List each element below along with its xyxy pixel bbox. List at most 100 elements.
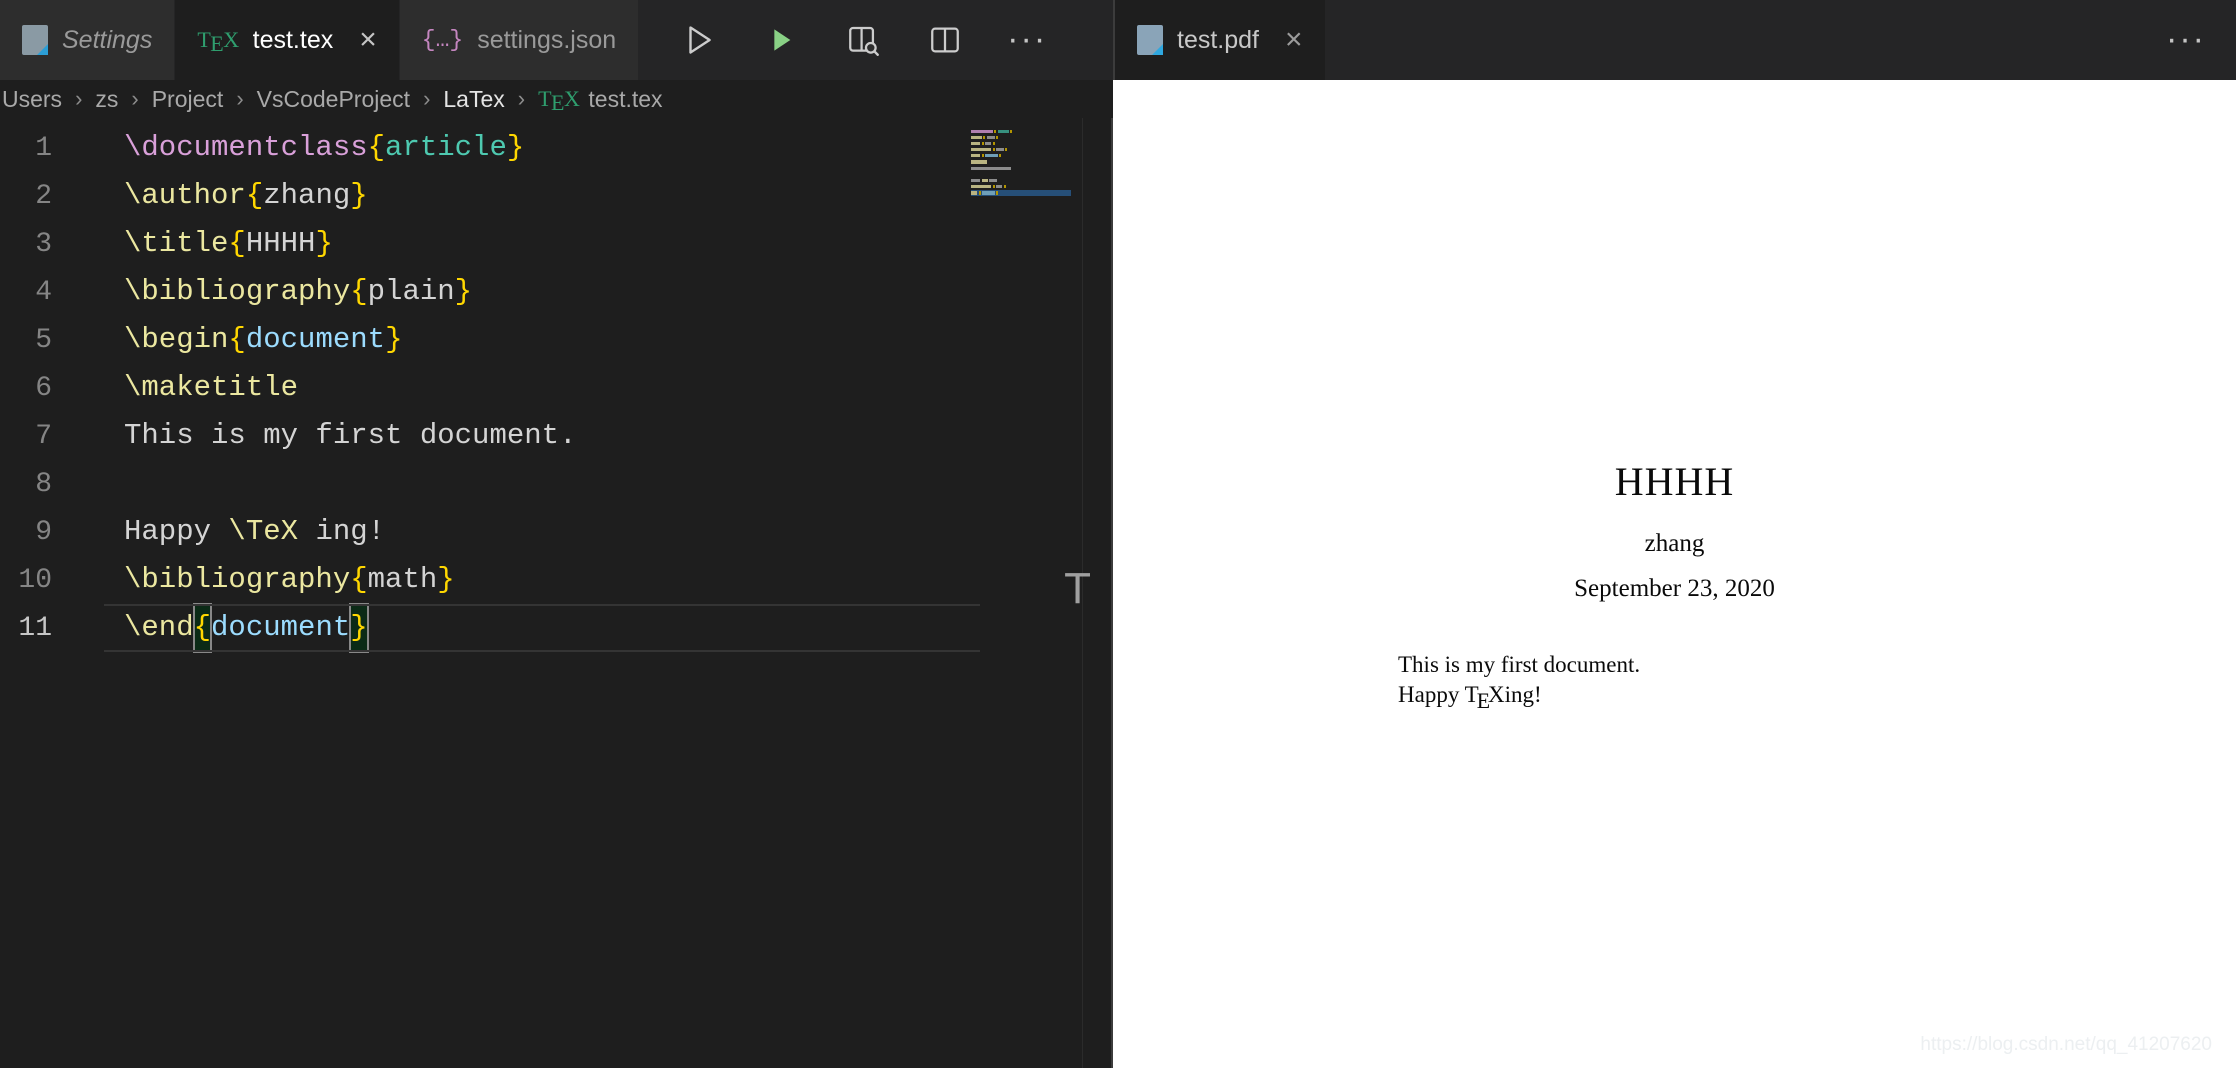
code-token: \author bbox=[124, 179, 246, 212]
run-button[interactable] bbox=[761, 20, 801, 60]
breadcrumb-item-test-tex[interactable]: TEX test.tex bbox=[536, 85, 664, 116]
tab-test-pdf-label: test.pdf bbox=[1177, 25, 1259, 54]
code-lines[interactable]: 1 \documentclass{article} 2 \author{zhang} 3… bbox=[0, 118, 1113, 653]
breadcrumb: Users › zs › Project › VsCodeProject › L… bbox=[0, 80, 1113, 118]
code-token: plain bbox=[367, 275, 455, 308]
breadcrumb-item-test-tex-label: test.tex bbox=[588, 85, 663, 112]
minimap-token bbox=[971, 179, 981, 183]
minimap[interactable] bbox=[971, 128, 1071, 220]
more-actions-button[interactable]: ··· bbox=[1007, 20, 1047, 60]
more-actions-button[interactable]: ··· bbox=[2166, 20, 2206, 60]
tab-test-tex-label: test.tex bbox=[252, 25, 334, 54]
tab-test-tex[interactable]: TEX test.tex × bbox=[175, 0, 400, 80]
code-token: } bbox=[315, 227, 333, 260]
code-text[interactable]: \bibliography{math} bbox=[78, 556, 455, 604]
tex-logo-e: E bbox=[1476, 689, 1491, 714]
minimap-token bbox=[971, 141, 981, 146]
breadcrumb-item-vscodeproject[interactable]: VsCodeProject bbox=[255, 86, 412, 113]
tab-settings-json-label: settings.json bbox=[477, 25, 617, 54]
code-token: \title bbox=[124, 227, 229, 260]
left-tab-strip: Settings TEX test.tex × {…} settings.jso… bbox=[0, 0, 1113, 80]
minimap-token bbox=[992, 148, 995, 152]
tab-settings[interactable]: Settings bbox=[0, 0, 176, 80]
breadcrumb-separator: › bbox=[423, 86, 431, 111]
code-token: } bbox=[506, 131, 525, 164]
ellipsis-icon: ··· bbox=[1007, 20, 1048, 59]
code-token: Happy bbox=[124, 515, 229, 548]
minimap-token bbox=[971, 185, 992, 189]
code-text[interactable]: \end{document} bbox=[78, 603, 369, 653]
view-latex-pdf-button[interactable] bbox=[843, 20, 883, 60]
breadcrumb-item-zs[interactable]: zs bbox=[93, 86, 120, 113]
code-text[interactable]: \documentclass{article} bbox=[78, 124, 524, 172]
minimap-token bbox=[971, 160, 987, 164]
code-token: document bbox=[211, 611, 351, 644]
code-line[interactable]: 10 \bibliography{math} bbox=[0, 556, 1113, 604]
pdf-viewer-pane[interactable]: HHHH zhang September 23, 2020 This is my… bbox=[1113, 80, 2236, 1068]
close-icon[interactable]: × bbox=[359, 25, 377, 55]
pdf-title: HHHH bbox=[1614, 459, 1735, 504]
line-number: 5 bbox=[35, 324, 52, 356]
minimap-token bbox=[971, 135, 982, 139]
code-token: \begin bbox=[124, 323, 229, 356]
left-editor-pane: Users › zs › Project › VsCodeProject › L… bbox=[0, 80, 1113, 1068]
build-latex-project-button[interactable] bbox=[679, 20, 719, 60]
code-line[interactable]: 2 \author{zhang} bbox=[0, 172, 1113, 220]
code-text[interactable]: \bibliography{plain} bbox=[78, 268, 472, 316]
code-token: { bbox=[228, 227, 246, 260]
breadcrumb-item-latex[interactable]: LaTex bbox=[441, 86, 506, 113]
code-text[interactable]: \author{zhang} bbox=[78, 172, 368, 220]
code-text[interactable]: \title{HHHH} bbox=[78, 220, 333, 268]
pdf-body-line-2-prefix: Happy T bbox=[1398, 682, 1479, 708]
tab-test-pdf[interactable]: test.pdf × bbox=[1115, 0, 1326, 80]
code-token: { bbox=[350, 275, 368, 308]
code-editor[interactable]: 1 \documentclass{article} 2 \author{zhang} 3… bbox=[0, 118, 1113, 1068]
breadcrumb-separator: › bbox=[236, 86, 244, 111]
minimap-token bbox=[1010, 129, 1013, 133]
code-line[interactable]: 5 \begin{document} bbox=[0, 316, 1113, 364]
breadcrumb-item-users[interactable]: Users bbox=[0, 86, 64, 113]
close-icon[interactable]: × bbox=[1285, 25, 1303, 55]
breadcrumb-separator: › bbox=[75, 86, 83, 111]
line-number: 3 bbox=[35, 228, 52, 260]
code-token: } bbox=[437, 563, 455, 596]
code-token: \end bbox=[124, 611, 194, 644]
code-line[interactable]: 4 \bibliography{plain} bbox=[0, 268, 1113, 316]
minimap-token bbox=[994, 129, 997, 133]
minimap-token bbox=[1005, 148, 1008, 152]
line-number: 9 bbox=[35, 516, 52, 548]
code-line[interactable]: 6 \maketitle bbox=[0, 364, 1113, 412]
tab-settings-json[interactable]: {…} settings.json bbox=[399, 0, 640, 80]
code-text[interactable]: This is my first document. bbox=[78, 412, 576, 460]
code-line[interactable]: 7 This is my first document. bbox=[0, 412, 1113, 460]
code-line[interactable]: 8 bbox=[0, 460, 1113, 508]
code-token: \maketitle bbox=[124, 371, 299, 404]
minimap-token bbox=[981, 154, 984, 158]
code-token: ing! bbox=[298, 515, 386, 548]
minimap-token bbox=[985, 141, 992, 146]
split-editor-button[interactable] bbox=[925, 20, 965, 60]
breadcrumb-item-project[interactable]: Project bbox=[150, 86, 226, 113]
json-file-icon: {…} bbox=[421, 27, 464, 53]
right-editor-toolbar: ··· bbox=[2166, 0, 2236, 80]
minimap-token bbox=[971, 154, 981, 158]
code-text[interactable]: Happy \TeX ing! bbox=[78, 508, 385, 556]
code-line[interactable]: 11 \end{document} bbox=[0, 603, 1113, 653]
minimap-token bbox=[996, 148, 1004, 152]
code-text[interactable]: \maketitle bbox=[78, 364, 298, 412]
code-token: { bbox=[245, 179, 264, 212]
minimap-token bbox=[978, 191, 981, 195]
code-line[interactable]: 1 \documentclass{article} bbox=[0, 124, 1113, 172]
editor-sash-handle[interactable]: T bbox=[1064, 567, 1091, 611]
code-text[interactable]: \begin{document} bbox=[78, 316, 402, 364]
pdf-author: zhang bbox=[1644, 530, 1705, 557]
minimap-token bbox=[971, 191, 978, 195]
line-number: 11 bbox=[18, 612, 52, 644]
minimap-token bbox=[982, 191, 995, 195]
pdf-page: HHHH zhang September 23, 2020 This is my… bbox=[1113, 80, 2236, 1068]
code-token: zhang bbox=[263, 179, 351, 212]
minimap-token bbox=[981, 141, 984, 146]
code-token: HHHH bbox=[245, 227, 316, 260]
code-line[interactable]: 9 Happy \TeX ing! bbox=[0, 508, 1113, 556]
code-line[interactable]: 3 \title{HHHH} bbox=[0, 220, 1113, 268]
